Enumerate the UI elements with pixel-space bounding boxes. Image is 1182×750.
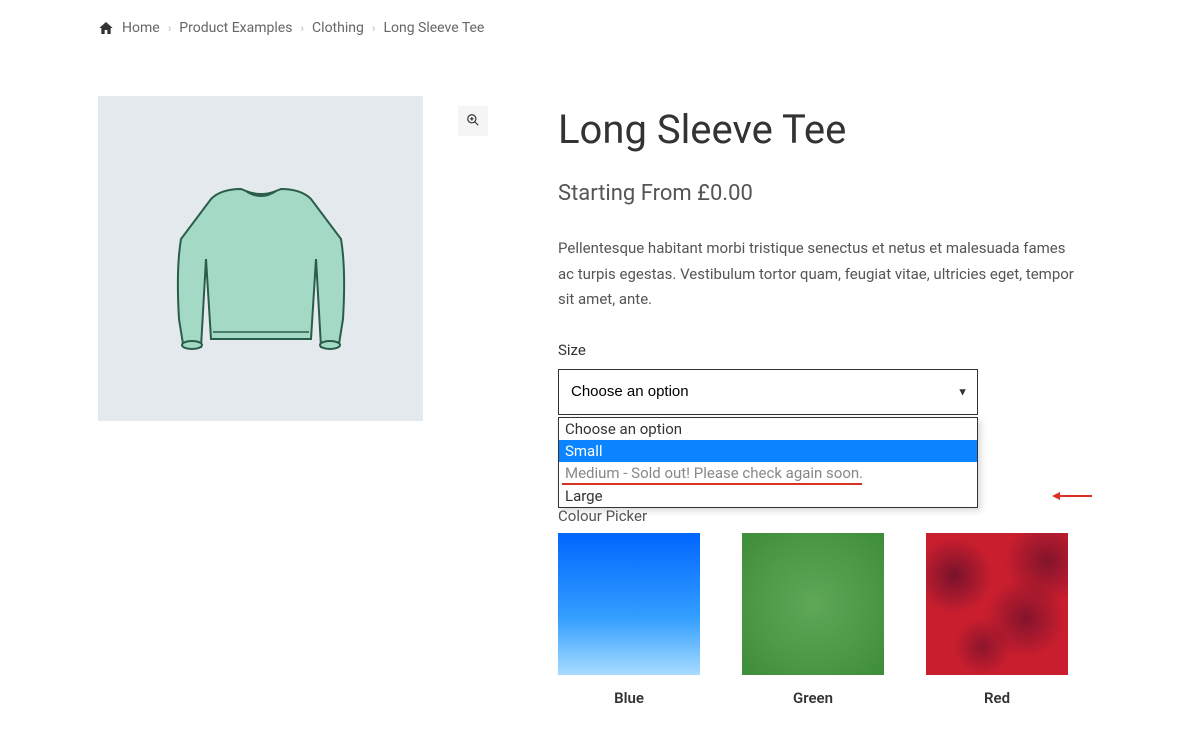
- size-label: Size: [558, 341, 1084, 359]
- size-option-small[interactable]: Small: [559, 440, 977, 462]
- product-gallery: [98, 96, 498, 421]
- size-option-placeholder[interactable]: Choose an option: [559, 418, 977, 440]
- zoom-button[interactable]: [458, 106, 488, 136]
- swatch-image-blue: [558, 533, 700, 675]
- size-select[interactable]: Choose an option: [558, 369, 978, 415]
- swatch-label: Green: [742, 689, 884, 707]
- size-option-large[interactable]: Large: [559, 485, 977, 507]
- chevron-right-icon: ›: [372, 21, 376, 35]
- product-title: Long Sleeve Tee: [558, 106, 1084, 153]
- product-description: Pellentesque habitant morbi tristique se…: [558, 236, 1084, 313]
- colour-picker-section: Colour Picker Blue Green Red: [558, 507, 1084, 707]
- size-select-wrapper: Choose an option ▼ Choose an option Smal…: [558, 369, 978, 415]
- product-summary: Long Sleeve Tee Starting From £0.00 Pell…: [558, 96, 1084, 707]
- colour-swatch-blue[interactable]: Blue: [558, 533, 700, 707]
- product-image[interactable]: [98, 96, 423, 421]
- breadcrumb-current: Long Sleeve Tee: [383, 20, 484, 36]
- breadcrumb-product-examples[interactable]: Product Examples: [179, 20, 292, 36]
- zoom-in-icon: [466, 113, 480, 130]
- breadcrumb-clothing[interactable]: Clothing: [312, 20, 364, 36]
- swatch-label: Red: [926, 689, 1068, 707]
- size-option-medium[interactable]: Medium - Sold out! Please check again so…: [559, 462, 977, 484]
- product-price: Starting From £0.00: [558, 181, 1084, 206]
- swatch-image-green: [742, 533, 884, 675]
- chevron-right-icon: ›: [168, 21, 172, 35]
- breadcrumb-home[interactable]: Home: [122, 20, 160, 36]
- swatch-image-red: [926, 533, 1068, 675]
- size-dropdown: Choose an option Small Medium - Sold out…: [558, 417, 978, 508]
- colour-swatches: Blue Green Red: [558, 533, 1084, 707]
- colour-picker-label: Colour Picker: [558, 507, 1084, 525]
- breadcrumb: Home › Product Examples › Clothing › Lon…: [98, 20, 1084, 36]
- swatch-label: Blue: [558, 689, 700, 707]
- annotation-arrow: [1052, 486, 1092, 505]
- chevron-right-icon: ›: [300, 21, 304, 35]
- colour-swatch-red[interactable]: Red: [926, 533, 1068, 707]
- home-icon: [98, 20, 114, 36]
- colour-swatch-green[interactable]: Green: [742, 533, 884, 707]
